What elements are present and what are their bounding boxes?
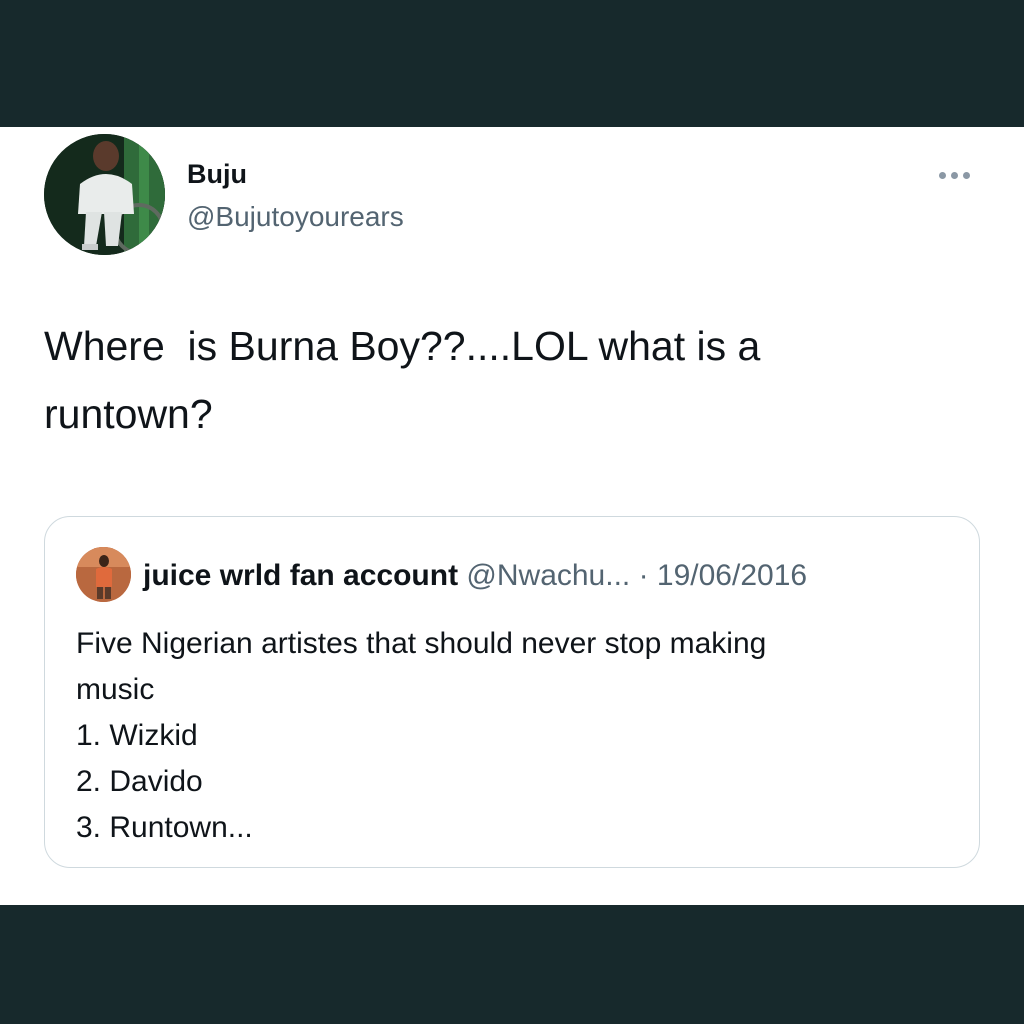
quoted-text: Five Nigerian artistes that should never… (76, 621, 956, 851)
tweet-text-line: Where is Burna Boy??....LOL what is a (44, 323, 761, 369)
more-horizontal-icon (950, 171, 958, 179)
bottom-band (0, 905, 1024, 1024)
quoted-display-name: juice wrld fan account (143, 559, 459, 592)
avatar[interactable] (44, 134, 165, 255)
user-handle[interactable]: @Bujutoyourears (187, 200, 404, 234)
more-horizontal-icon (938, 171, 946, 179)
quoted-date: 19/06/2016 (656, 559, 808, 592)
quoted-avatar[interactable] (76, 547, 131, 602)
quoted-tweet[interactable]: juice wrld fan account @Nwachu... · 19/0… (44, 516, 980, 868)
tweet-text: Where is Burna Boy??....LOL what is a ru… (44, 312, 984, 448)
avatar-image (44, 134, 165, 255)
quoted-list-item: 3. Runtown... (76, 811, 253, 844)
quoted-text-line: Five Nigerian artistes that should never… (76, 627, 767, 660)
quoted-handle: @Nwachu... (466, 559, 631, 592)
quoted-list-item: 1. Wizkid (76, 719, 198, 752)
more-horizontal-icon (962, 171, 970, 179)
quoted-avatar-image (76, 547, 131, 602)
tweet-text-line: runtown? (44, 391, 213, 437)
more-options-button[interactable] (930, 160, 978, 190)
quoted-header: juice wrld fan account @Nwachu... · 19/0… (143, 557, 807, 595)
screenshot-frame: Buju @Bujutoyourears Where is Burna Boy?… (0, 0, 1024, 1024)
quoted-separator: · (630, 559, 657, 592)
display-name[interactable]: Buju (187, 158, 247, 190)
quoted-list-item: 2. Davido (76, 765, 203, 798)
quoted-text-line: music (76, 673, 155, 706)
